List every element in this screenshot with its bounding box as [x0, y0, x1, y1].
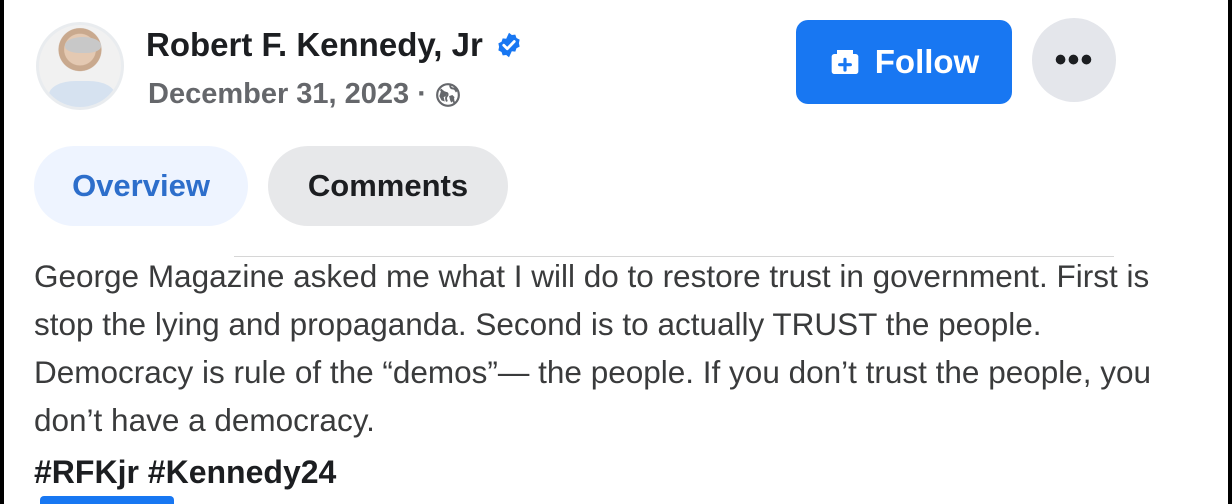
- post-card: Robert F. Kennedy, Jr December 31, 2023 …: [4, 0, 1228, 504]
- post-hashtags[interactable]: #RFKjr #Kennedy24: [34, 454, 336, 491]
- meta-separator: ·: [417, 78, 427, 110]
- verified-badge-icon: [498, 32, 520, 58]
- more-options-button[interactable]: •••: [1032, 18, 1116, 102]
- post-meta: December 31, 2023 ·: [148, 78, 461, 111]
- avatar-hair: [65, 37, 101, 53]
- follow-add-icon: [831, 50, 859, 74]
- follow-label: Follow: [874, 43, 980, 80]
- post-body: George Magazine asked me what I will do …: [34, 258, 1152, 438]
- tab-comments-label: Comments: [307, 168, 469, 203]
- author-name-text[interactable]: Robert F. Kennedy, Jr: [146, 26, 483, 64]
- post-date[interactable]: December 31, 2023: [148, 78, 409, 111]
- globe-icon[interactable]: [435, 82, 461, 108]
- tab-overview[interactable]: Overview: [34, 146, 248, 226]
- follow-button[interactable]: Follow: [796, 20, 1012, 104]
- partial-action-button[interactable]: [40, 496, 174, 504]
- avatar-shirt: [49, 81, 115, 107]
- more-options-icon: •••: [1054, 40, 1094, 79]
- tab-overview-label: Overview: [72, 168, 210, 203]
- tab-comments[interactable]: Comments: [268, 146, 508, 226]
- author-name[interactable]: Robert F. Kennedy, Jr: [146, 26, 523, 64]
- avatar[interactable]: [36, 22, 124, 110]
